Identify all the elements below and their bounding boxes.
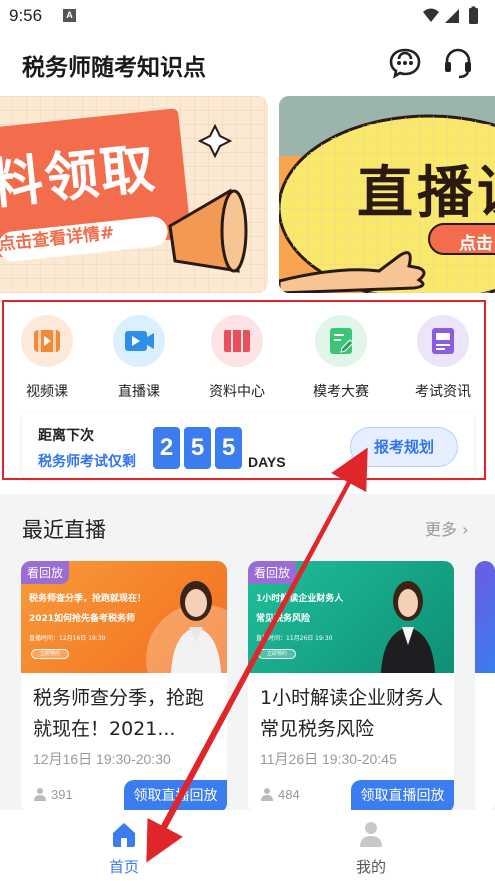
entry-exam-news[interactable]: 考试资讯 — [403, 315, 483, 401]
viewer-count: 391 — [33, 787, 73, 802]
news-icon — [417, 315, 469, 367]
chevron-right-icon: › — [462, 520, 469, 539]
thumbnail-text: 直播时间：11月26日 19:30 — [256, 635, 333, 642]
live-card[interactable]: 看回放 税务师查分季，抢跑就现在！ 2021如何抢先备考税务师 直播时间：12月… — [21, 561, 227, 813]
battery-icon — [469, 8, 478, 24]
user-icon — [360, 822, 382, 847]
nav-label: 我的 — [355, 858, 386, 876]
live-card-partial[interactable] — [475, 561, 495, 813]
live-thumbnail: 看回放 税务师查分季，抢跑就现在！ 2021如何抢先备考税务师 直播时间：12月… — [21, 561, 227, 673]
thumbnail-text: 直播时间：12月16日 19:30 — [29, 635, 106, 642]
home-icon — [113, 823, 135, 847]
video-icon — [21, 315, 73, 367]
get-replay-button[interactable]: 领取直播回放 — [124, 780, 227, 813]
section-title: 最近直播 — [22, 518, 106, 542]
nav-mine[interactable]: 我的 — [326, 820, 416, 877]
wifi-icon — [423, 8, 439, 22]
live-card[interactable]: 看回放 1小时解读企业财务人 常见税务风险 直播时间：11月26日 19:30 … — [248, 561, 454, 813]
status-time: 9:56 — [9, 6, 43, 25]
entry-label: 直播课 — [118, 384, 160, 400]
entry-materials-center[interactable]: 资料中心 — [197, 315, 277, 401]
cellular-icon — [445, 9, 459, 23]
chat-icon[interactable] — [388, 46, 422, 80]
countdown-digit: 2 — [153, 427, 180, 469]
replay-badge: 看回放 — [21, 561, 70, 584]
nav-label: 首页 — [108, 858, 139, 876]
entry-video-course[interactable]: 视频课 — [7, 315, 87, 401]
page-title: 税务师随考知识点 — [22, 55, 206, 81]
entry-mock-exam[interactable]: 模考大赛 — [301, 315, 381, 401]
thumbnail-button: 立即预约 — [31, 649, 69, 659]
live-thumbnail: 看回放 1小时解读企业财务人 常见税务风险 直播时间：11月26日 19:30 … — [248, 561, 454, 673]
registration-plan-button[interactable]: 报考规划 — [350, 427, 458, 467]
thumbnail-text: 税务师查分季，抢跑就现在！ — [29, 594, 147, 604]
live-title: 1小时解读企业财务人常见税务风险 — [260, 687, 444, 740]
status-bar: 9:56 A — [0, 0, 495, 34]
live-time: 11月26日 19:30-20:45 — [260, 751, 397, 767]
recent-live-section: 最近直播 更多 › 看回放 税务师查分季，抢跑就现在！ 2021如何抢先备考税务… — [0, 494, 495, 813]
entry-label: 视频课 — [26, 384, 68, 400]
more-link[interactable]: 更多 › — [425, 516, 469, 540]
entry-live-course[interactable]: 直播课 — [99, 315, 179, 401]
exam-countdown-card: 距离下次 税务师考试仅剩 2 5 5 DAYS 报考规划 — [22, 413, 474, 479]
entry-label: 资料中心 — [209, 384, 265, 400]
live-icon — [113, 315, 165, 367]
banner-slide[interactable]: 直播课 点击 — [279, 96, 495, 293]
thumbnail-button: 立即预约 — [258, 649, 296, 659]
banner-headline: 直播课 — [357, 161, 495, 226]
signal-battery-icons — [423, 6, 478, 24]
live-thumbnail — [475, 561, 495, 673]
books-icon — [211, 315, 263, 367]
exam-icon — [315, 315, 367, 367]
quick-entry-section: 视频课 直播课 资料中心 模考大赛 考试资讯 距离下次 税务师考试仅剩 2 5 … — [0, 297, 495, 494]
live-time: 12月16日 19:30-20:30 — [33, 751, 171, 767]
user-icon — [34, 788, 46, 801]
thumbnail-text: 1小时解读企业财务人 — [256, 594, 344, 604]
countdown-label: 距离下次 — [38, 428, 94, 444]
entry-label: 考试资讯 — [415, 384, 471, 400]
countdown-unit: DAYS — [248, 454, 286, 470]
countdown-exam-name: 税务师考试仅剩 — [38, 454, 136, 470]
viewer-count: 484 — [260, 787, 300, 802]
thumbnail-text: 常见税务风险 — [256, 614, 311, 624]
notification-a-icon: A — [63, 9, 76, 22]
banner-slide[interactable]: 料领取 点击查看详情# — [0, 96, 268, 293]
entry-label: 模考大赛 — [313, 384, 369, 400]
app-header: 税务师随考知识点 — [0, 34, 495, 94]
headset-icon[interactable] — [441, 46, 475, 80]
banner-subtitle: 点击 — [459, 234, 493, 254]
get-replay-button[interactable]: 领取直播回放 — [351, 780, 454, 813]
replay-badge: 看回放 — [248, 561, 297, 584]
live-title: 税务师查分季，抢跑就现在！2021... — [33, 687, 205, 740]
countdown-digit: 5 — [184, 427, 211, 469]
bottom-navigation: 首页 我的 — [0, 810, 495, 881]
countdown-digit: 5 — [215, 427, 242, 469]
banner-carousel[interactable]: 料领取 点击查看详情# 直播课 点击 — [0, 94, 495, 297]
nav-home[interactable]: 首页 — [79, 820, 169, 877]
thumbnail-text: 2021如何抢先备考税务师 — [29, 614, 136, 624]
user-icon — [261, 788, 273, 801]
